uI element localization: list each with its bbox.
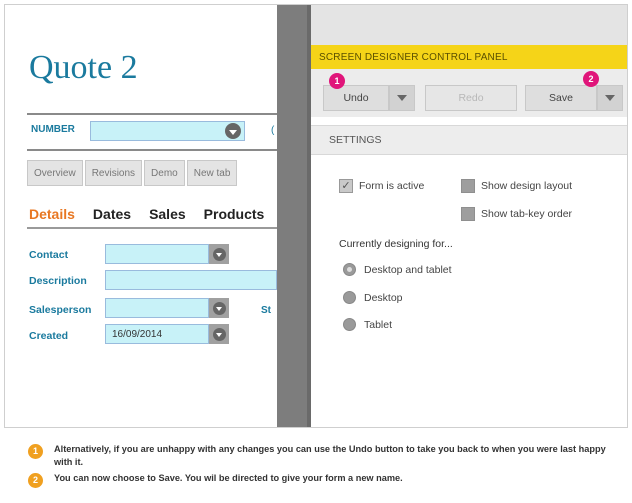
footnote-text: You can now choose to Save. You wil be d… — [54, 473, 403, 483]
chevron-down-icon — [212, 247, 226, 261]
number-divider — [27, 149, 277, 151]
panel-top-band — [311, 5, 627, 45]
chevron-down-icon — [212, 327, 226, 341]
radio-selected-icon[interactable] — [343, 263, 356, 276]
undo-dropdown-button[interactable] — [389, 85, 415, 111]
salesperson-input[interactable] — [105, 298, 209, 318]
radio-label: Desktop and tablet — [364, 263, 452, 276]
contact-dropdown[interactable] — [209, 244, 229, 264]
footnote-text: Alternatively, if you are unhappy with a… — [54, 444, 606, 467]
footnote-badge-2: 2 — [28, 473, 43, 488]
chevron-down-icon — [212, 301, 226, 315]
save-dropdown-button[interactable] — [597, 85, 623, 111]
footnotes: 1 Alternatively, if you are unhappy with… — [28, 443, 618, 488]
radio-label: Tablet — [364, 318, 393, 331]
show-tab-key-order-option[interactable]: Show tab-key order — [461, 207, 572, 221]
number-dropdown-icon[interactable] — [225, 123, 241, 139]
number-label: NUMBER — [31, 124, 75, 135]
panel-divider — [277, 5, 311, 427]
footnote-1: 1 Alternatively, if you are unhappy with… — [28, 443, 618, 469]
cut-off-text: ( — [271, 125, 275, 136]
tab-new-tab[interactable]: New tab — [186, 160, 238, 186]
redo-button[interactable]: Redo — [425, 85, 517, 111]
save-button[interactable]: Save — [525, 85, 597, 111]
quote-form: Quote 2 NUMBER ( Overview Revisions Demo… — [5, 5, 277, 427]
radio-desktop-and-tablet[interactable]: Desktop and tablet — [343, 263, 452, 276]
radio-icon[interactable] — [343, 291, 356, 304]
radio-label: Desktop — [364, 291, 403, 304]
number-input[interactable] — [90, 121, 245, 141]
status-label-cut: St — [261, 305, 271, 316]
form-is-active-option[interactable]: Form is active — [339, 179, 424, 193]
contact-label: Contact — [29, 249, 69, 261]
callout-badge-2: 2 — [583, 71, 599, 87]
show-design-layout-label: Show design layout — [481, 180, 573, 192]
panel-toolbar: Undo Redo Save — [311, 69, 627, 117]
tab-demo[interactable]: Demo — [144, 160, 185, 186]
settings-section-header: SETTINGS — [311, 125, 627, 155]
created-dropdown[interactable] — [209, 324, 229, 344]
title-divider — [27, 113, 277, 115]
created-input[interactable]: 16/09/2014 — [105, 324, 209, 344]
form-is-active-label: Form is active — [359, 180, 425, 192]
footnote-2: 2 You can now choose to Save. You wil be… — [28, 472, 618, 488]
form-tabbar: Overview Revisions Demo New tab — [27, 160, 238, 186]
checkbox-icon[interactable] — [461, 207, 475, 221]
radio-desktop[interactable]: Desktop — [343, 291, 403, 304]
show-design-layout-option[interactable]: Show design layout — [461, 179, 572, 193]
created-label: Created — [29, 330, 69, 342]
description-input[interactable] — [105, 270, 277, 290]
description-label: Description — [29, 275, 87, 287]
checkbox-icon[interactable] — [461, 179, 475, 193]
checkbox-checked-icon[interactable] — [339, 179, 353, 193]
radio-tablet[interactable]: Tablet — [343, 318, 392, 331]
contact-input[interactable] — [105, 244, 209, 264]
panel-header: SCREEN DESIGNER CONTROL PANEL — [311, 45, 627, 69]
callout-badge-1: 1 — [329, 73, 345, 89]
salesperson-dropdown[interactable] — [209, 298, 229, 318]
footnote-badge-1: 1 — [28, 444, 43, 459]
undo-button[interactable]: Undo — [323, 85, 389, 111]
subtab-divider — [27, 227, 277, 229]
screenshot-frame: Quote 2 NUMBER ( Overview Revisions Demo… — [4, 4, 628, 428]
tab-overview[interactable]: Overview — [27, 160, 83, 186]
subtab-details[interactable]: Details — [29, 206, 75, 222]
salesperson-label: Salesperson — [29, 304, 92, 316]
subtab-products[interactable]: Products — [204, 206, 265, 222]
radio-icon[interactable] — [343, 318, 356, 331]
designing-for-label: Currently designing for... — [339, 238, 453, 250]
subtab-dates[interactable]: Dates — [93, 206, 131, 222]
subtab-sales[interactable]: Sales — [149, 206, 186, 222]
tab-revisions[interactable]: Revisions — [84, 160, 143, 186]
screen-designer-control-panel: SCREEN DESIGNER CONTROL PANEL Undo Redo … — [311, 5, 627, 427]
show-tab-key-order-label: Show tab-key order — [481, 208, 573, 220]
page-title: Quote 2 — [29, 49, 138, 86]
subtab-bar: Details Dates Sales Products — [29, 206, 264, 222]
